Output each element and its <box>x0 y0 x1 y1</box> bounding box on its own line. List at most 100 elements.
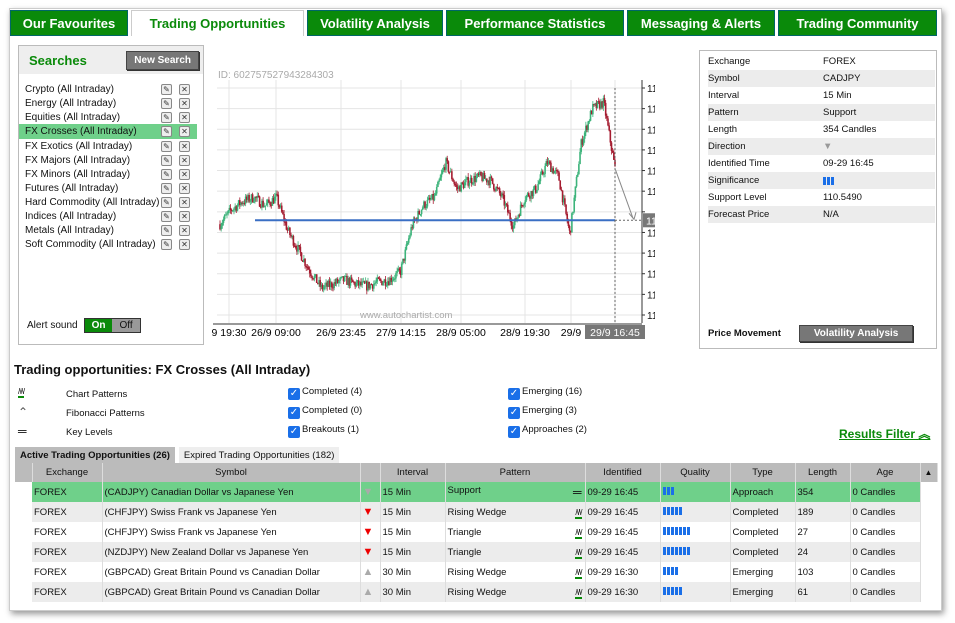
quality-bar <box>666 586 670 595</box>
sort-ascending-icon[interactable]: ▲ <box>920 463 938 482</box>
delete-icon[interactable]: ✕ <box>179 238 190 250</box>
table-row[interactable]: FOREX (CADJPY) Canadian Dollar vs Japanes… <box>15 482 937 502</box>
search-item[interactable]: FX Minors (All Intraday) ✎ ✕ <box>19 167 197 181</box>
cell-pattern: Rising Wedge /\/\/ <box>445 562 586 582</box>
delete-icon[interactable]: ✕ <box>179 224 190 236</box>
cell-length: 61 <box>795 582 851 602</box>
delete-icon[interactable]: ✕ <box>179 182 190 194</box>
alert-sound-toggle[interactable]: On Off <box>83 318 141 333</box>
column-header[interactable]: Interval <box>380 463 446 482</box>
candle <box>512 225 515 229</box>
candle <box>461 182 464 184</box>
search-item[interactable]: Hard Commodity (All Intraday) ✎ ✕ <box>19 195 197 209</box>
candle <box>470 177 473 184</box>
search-item[interactable]: Equities (All Intraday) ✎ ✕ <box>19 110 197 124</box>
delete-icon[interactable]: ✕ <box>179 140 190 152</box>
alert-off-button[interactable]: Off <box>112 319 140 332</box>
tab-active-opportunities[interactable]: Active Trading Opportunities (26) <box>15 447 175 463</box>
edit-icon[interactable]: ✎ <box>161 182 172 194</box>
search-item[interactable]: Soft Commodity (All Intraday) ✎ ✕ <box>19 237 197 251</box>
filter-checkbox[interactable]: ✓ Approaches (2) <box>508 424 587 438</box>
search-item[interactable]: FX Exotics (All Intraday) ✎ ✕ <box>19 139 197 153</box>
tab-trading-opportunities[interactable]: Trading Opportunities <box>131 10 304 36</box>
tab-trading-community[interactable]: Trading Community <box>778 10 937 36</box>
results-filter-link[interactable]: Results Filter ︽ <box>839 425 930 442</box>
delete-icon[interactable]: ✕ <box>179 97 190 109</box>
table-tabs: Active Trading Opportunities (26) Expired… <box>15 447 340 463</box>
cell-quality <box>660 502 731 522</box>
tab-performance-statistics[interactable]: Performance Statistics <box>446 10 624 36</box>
search-item-label: Soft Commodity (All Intraday) <box>25 238 156 250</box>
cell-interval: 30 Min <box>380 562 446 582</box>
row-spacer <box>15 482 32 502</box>
edit-icon[interactable]: ✎ <box>161 83 172 95</box>
filter-checkbox[interactable]: ✓ Completed (4) <box>288 386 362 400</box>
key-level-icon: ═ <box>18 424 27 438</box>
candle <box>496 187 499 189</box>
column-header[interactable]: Type <box>730 463 796 482</box>
search-item[interactable]: Futures (All Intraday) ✎ ✕ <box>19 181 197 195</box>
edit-icon[interactable]: ✎ <box>161 140 172 152</box>
candle <box>374 282 376 284</box>
delete-icon[interactable]: ✕ <box>179 154 190 166</box>
candle <box>405 244 408 250</box>
pattern-name: Rising Wedge <box>447 566 507 578</box>
search-item[interactable]: Crypto (All Intraday) ✎ ✕ <box>19 82 197 96</box>
tab-our-favourites[interactable]: Our Favourites <box>10 10 128 36</box>
search-item[interactable]: FX Majors (All Intraday) ✎ ✕ <box>19 153 197 167</box>
edit-icon[interactable]: ✎ <box>161 97 172 109</box>
search-item[interactable]: FX Crosses (All Intraday) ✎ ✕ <box>19 124 197 139</box>
column-header[interactable]: Length <box>795 463 851 482</box>
edit-icon[interactable]: ✎ <box>161 168 172 180</box>
edit-icon[interactable]: ✎ <box>161 224 172 236</box>
column-header[interactable]: Pattern <box>445 463 586 482</box>
edit-icon[interactable]: ✎ <box>161 111 172 123</box>
candle <box>252 201 255 203</box>
delete-icon[interactable]: ✕ <box>179 111 190 123</box>
filter-checkbox[interactable]: ✓ Emerging (3) <box>508 405 577 419</box>
tab-volatility-analysis[interactable]: Volatility Analysis <box>307 10 443 36</box>
candle <box>322 287 325 290</box>
table-row[interactable]: FOREX (CHFJPY) Swiss Frank vs Japanese Ye… <box>15 502 937 522</box>
filter-checkbox[interactable]: ✓ Breakouts (1) <box>288 424 359 438</box>
delete-icon[interactable]: ✕ <box>179 168 190 180</box>
column-header[interactable]: Exchange <box>32 463 103 482</box>
table-row[interactable]: FOREX (CHFJPY) Swiss Frank vs Japanese Ye… <box>15 522 937 542</box>
edit-icon[interactable]: ✎ <box>161 210 172 222</box>
delete-icon[interactable]: ✕ <box>179 83 190 95</box>
delete-icon[interactable]: ✕ <box>179 196 190 208</box>
searches-panel: Searches New Search Crypto (All Intraday… <box>18 45 204 345</box>
column-header[interactable]: Age <box>850 463 921 482</box>
column-header[interactable]: Symbol <box>102 463 361 482</box>
search-item[interactable]: Metals (All Intraday) ✎ ✕ <box>19 223 197 237</box>
new-search-button[interactable]: New Search <box>126 50 199 70</box>
volatility-analysis-button[interactable]: Volatility Analysis <box>798 325 914 342</box>
search-item[interactable]: Indices (All Intraday) ✎ ✕ <box>19 209 197 223</box>
edit-icon[interactable]: ✎ <box>161 154 172 166</box>
candle <box>420 209 423 215</box>
edit-icon[interactable]: ✎ <box>161 238 172 250</box>
filter-checkbox[interactable]: ✓ Emerging (16) <box>508 386 582 400</box>
delete-icon[interactable]: ✕ <box>179 126 190 137</box>
alert-on-button[interactable]: On <box>84 319 113 332</box>
delete-icon[interactable]: ✕ <box>179 210 190 222</box>
candle <box>258 196 261 207</box>
price-chart[interactable]: ID: 602757527943284303 111.19 111.09 110.99… <box>205 62 655 347</box>
candle <box>568 226 571 231</box>
candle <box>375 281 377 283</box>
search-item[interactable]: Energy (All Intraday) ✎ ✕ <box>19 96 197 110</box>
table-row[interactable]: FOREX (GBPCAD) Great Britain Pound vs Can… <box>15 582 937 602</box>
tab-expired-opportunities[interactable]: Expired Trading Opportunities (182) <box>178 447 340 463</box>
filter-checkbox[interactable]: ✓ Completed (0) <box>288 405 362 419</box>
table-row[interactable]: FOREX (GBPCAD) Great Britain Pound vs Can… <box>15 562 937 582</box>
column-header[interactable]: Identified <box>585 463 661 482</box>
candle <box>308 269 311 274</box>
table-row[interactable]: FOREX (NZDJPY) New Zealand Dollar vs Japa… <box>15 542 937 562</box>
checkbox-label: Emerging (3) <box>522 405 577 416</box>
tab-messaging-alerts[interactable]: Messaging & Alerts <box>627 10 775 36</box>
column-header[interactable] <box>360 463 381 482</box>
column-header[interactable]: Quality <box>660 463 731 482</box>
edit-icon[interactable]: ✎ <box>161 126 172 137</box>
edit-icon[interactable]: ✎ <box>161 196 172 208</box>
candle <box>298 245 301 247</box>
